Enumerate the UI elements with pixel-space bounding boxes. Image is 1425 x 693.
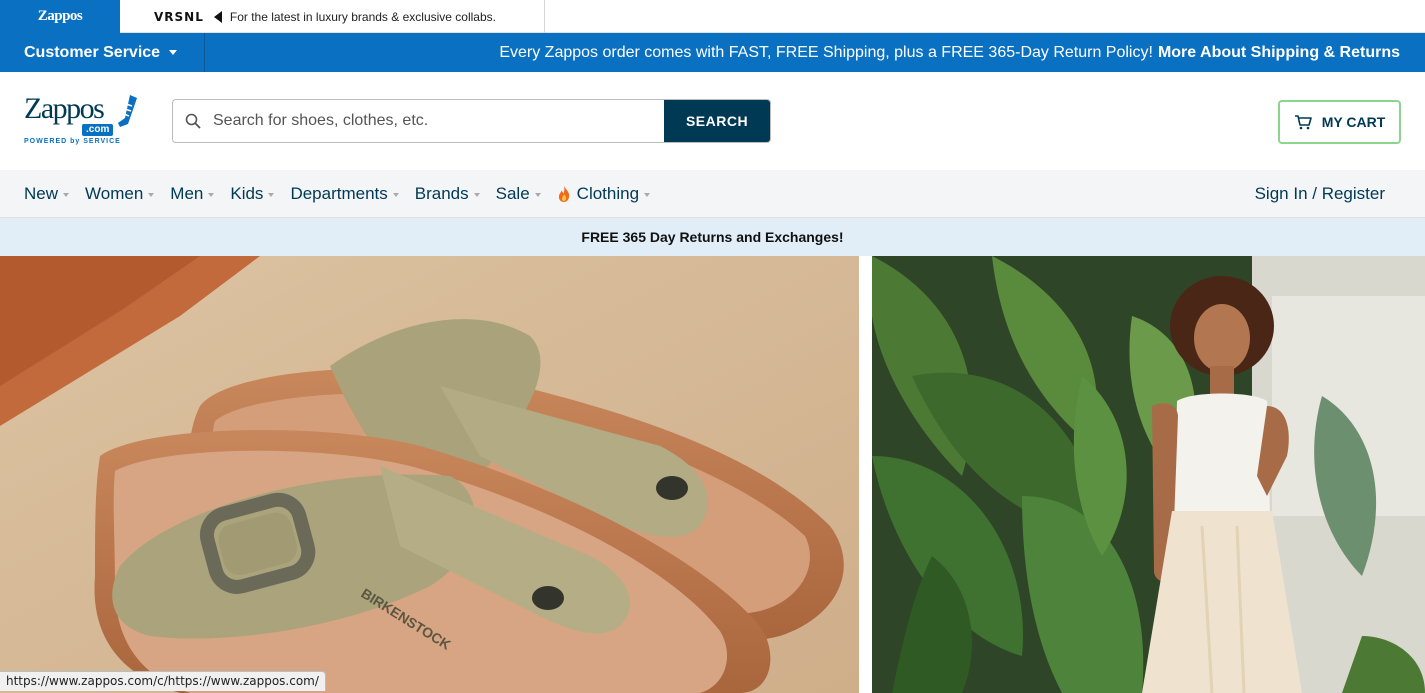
chevron-down-icon bbox=[392, 193, 399, 197]
shipping-message: Every Zappos order comes with FAST, FREE… bbox=[499, 33, 1400, 72]
chevron-down-icon bbox=[268, 193, 275, 197]
cart-button[interactable]: MY CART bbox=[1278, 100, 1401, 144]
search-button[interactable]: SEARCH bbox=[664, 100, 770, 142]
nav-item-new[interactable]: New bbox=[24, 184, 70, 204]
nav-item-sale[interactable]: Sale bbox=[496, 184, 541, 204]
main-navigation: New Women Men Kids Departments Brands Sa… bbox=[0, 170, 1425, 218]
nav-item-label: Clothing bbox=[576, 184, 640, 203]
shipping-text: Every Zappos order comes with FAST, FREE… bbox=[499, 43, 1153, 61]
cart-label: MY CART bbox=[1321, 114, 1386, 130]
search-input[interactable] bbox=[213, 100, 664, 142]
customer-service-menu[interactable]: Customer Service bbox=[0, 33, 205, 72]
logo-com-badge: .com bbox=[82, 124, 114, 136]
fire-icon bbox=[558, 186, 569, 202]
search-bar: SEARCH bbox=[172, 99, 771, 143]
nav-item-men[interactable]: Men bbox=[170, 184, 215, 204]
model-illustration bbox=[872, 256, 1425, 693]
shoe-logo-icon bbox=[118, 95, 137, 127]
zappos-tab[interactable]: Zappos bbox=[0, 0, 120, 33]
logo-tagline: POWERED by SERVICE bbox=[24, 138, 121, 145]
nav-item-label: New bbox=[24, 184, 59, 203]
cart-icon bbox=[1294, 115, 1312, 130]
shipping-returns-link[interactable]: More About Shipping & Returns bbox=[1158, 44, 1400, 62]
chevron-down-icon bbox=[473, 193, 480, 197]
zappos-mini-logo: Zappos bbox=[37, 8, 83, 24]
sign-in-register-link[interactable]: Sign In / Register bbox=[1255, 170, 1385, 218]
nav-item-clothing[interactable]: Clothing bbox=[557, 184, 651, 204]
chevron-down-icon bbox=[208, 193, 215, 197]
vrsnl-logo: VRSNL bbox=[154, 9, 204, 24]
chevron-down-icon bbox=[148, 193, 155, 197]
nav-item-label: Women bbox=[85, 184, 144, 203]
nav-items: New Women Men Kids Departments Brands Sa… bbox=[24, 170, 666, 218]
nav-item-kids[interactable]: Kids bbox=[230, 184, 275, 204]
chevron-down-icon bbox=[534, 193, 541, 197]
nav-item-label: Kids bbox=[230, 184, 264, 203]
chevron-down-icon bbox=[63, 193, 70, 197]
chevron-down-icon bbox=[169, 50, 178, 55]
promo-banner[interactable]: FREE 365 Day Returns and Exchanges! bbox=[0, 218, 1425, 256]
promo-text: FREE 365 Day Returns and Exchanges! bbox=[581, 229, 844, 245]
vrsnl-tab[interactable]: VRSNL For the latest in luxury brands & … bbox=[120, 0, 545, 33]
top-brand-strip: Zappos VRSNL For the latest in luxury br… bbox=[0, 0, 1425, 33]
nav-item-label: Sale bbox=[495, 184, 530, 203]
browser-status-url: https://www.zappos.com/c/https://www.zap… bbox=[0, 671, 326, 691]
triangle-left-icon bbox=[213, 10, 222, 23]
chevron-down-icon bbox=[644, 193, 651, 197]
sandals-illustration: BIRKENSTOCK bbox=[0, 256, 859, 693]
shipping-bar: Customer Service Every Zappos order come… bbox=[0, 33, 1425, 72]
search-icon bbox=[173, 100, 213, 142]
nav-item-label: Brands bbox=[414, 184, 469, 203]
hero-sandals-image[interactable]: BIRKENSTOCK bbox=[0, 256, 859, 693]
nav-item-label: Departments bbox=[290, 184, 388, 203]
customer-service-label: Customer Service bbox=[24, 43, 161, 61]
vrsnl-tagline: For the latest in luxury brands & exclus… bbox=[229, 9, 496, 24]
nav-item-women[interactable]: Women bbox=[85, 184, 155, 204]
zappos-logo[interactable]: Zappos .com POWERED by SERVICE bbox=[24, 94, 139, 150]
nav-item-departments[interactable]: Departments bbox=[290, 184, 399, 204]
nav-item-brands[interactable]: Brands bbox=[415, 184, 480, 204]
site-header: Zappos .com POWERED by SERVICE SEARCH MY… bbox=[0, 72, 1425, 170]
hero-model-image[interactable] bbox=[872, 256, 1425, 693]
nav-item-label: Men bbox=[170, 184, 204, 203]
